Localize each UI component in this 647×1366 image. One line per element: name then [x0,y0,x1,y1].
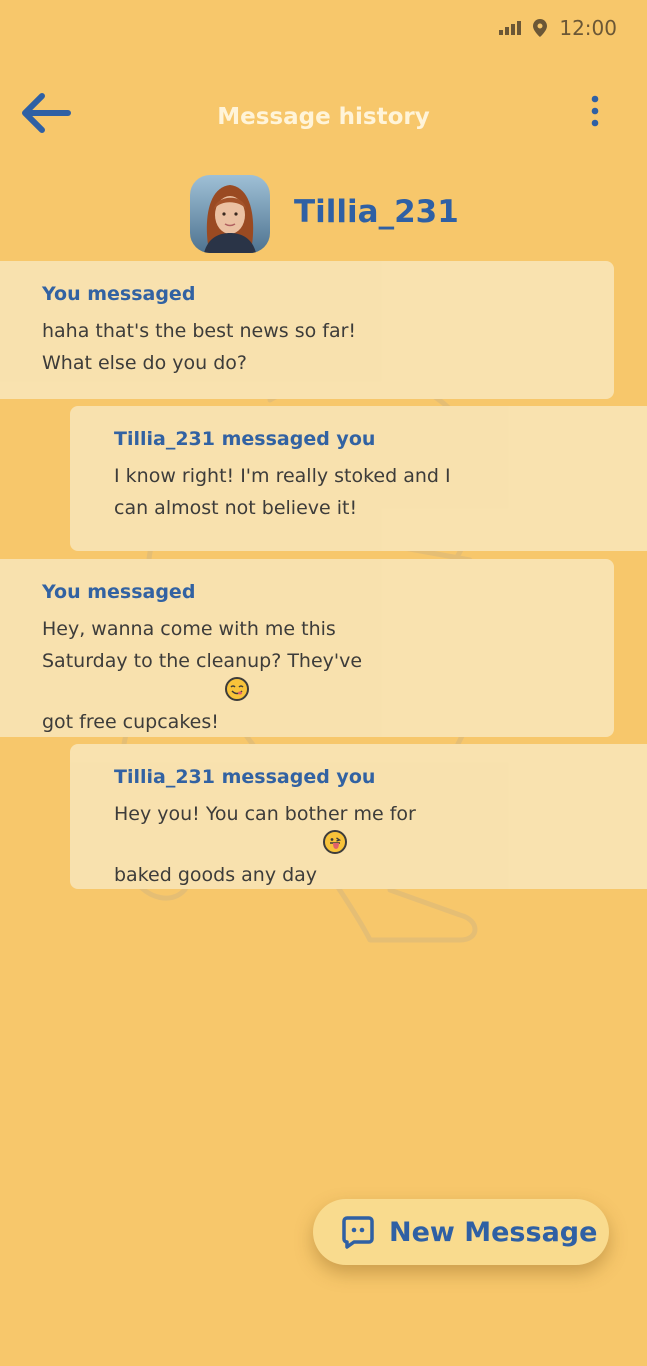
signal-icon [499,21,522,35]
contact-name[interactable]: Tillia_231 [294,194,459,230]
page-title: Message history [217,104,430,130]
message-sender: Tillia_231 messaged you [114,428,376,450]
message-card[interactable]: Tillia_231 messaged you I know right! I'… [70,406,647,551]
message-text-content: Hey you! You can bother me for baked goo… [114,803,416,886]
avatar-photo [190,175,270,253]
message-card[interactable]: You messaged haha that's the best news s… [0,261,614,399]
avatar[interactable] [190,175,270,253]
message-text: Hey, wanna come with me this Saturday to… [42,613,594,738]
status-bar: 12:00 [499,14,617,42]
message-text: Hey you! You can bother me for baked goo… [114,798,627,891]
message-text: haha that's the best news so far! What e… [42,320,357,374]
chat-dots-icon [342,1216,374,1249]
message-card[interactable]: You messaged Hey, wanna come with me thi… [0,559,614,737]
new-message-label: New Message [389,1216,598,1248]
message-sender: You messaged [42,581,196,603]
message-text-content: Hey, wanna come with me this Saturday to… [42,618,363,733]
message-sender: You messaged [42,283,196,305]
smiling-face-savoring-food-icon [224,677,249,701]
more-vertical-icon[interactable] [580,94,610,134]
location-icon [533,19,548,37]
message-sender: Tillia_231 messaged you [114,766,376,788]
new-message-button[interactable]: New Message [313,1199,609,1265]
face-with-tongue-icon [323,830,348,854]
message-card[interactable]: Tillia_231 messaged you Hey you! You can… [70,744,647,889]
message-text: I know right! I'm really stoked and I ca… [114,465,451,519]
status-time: 12:00 [559,16,617,40]
